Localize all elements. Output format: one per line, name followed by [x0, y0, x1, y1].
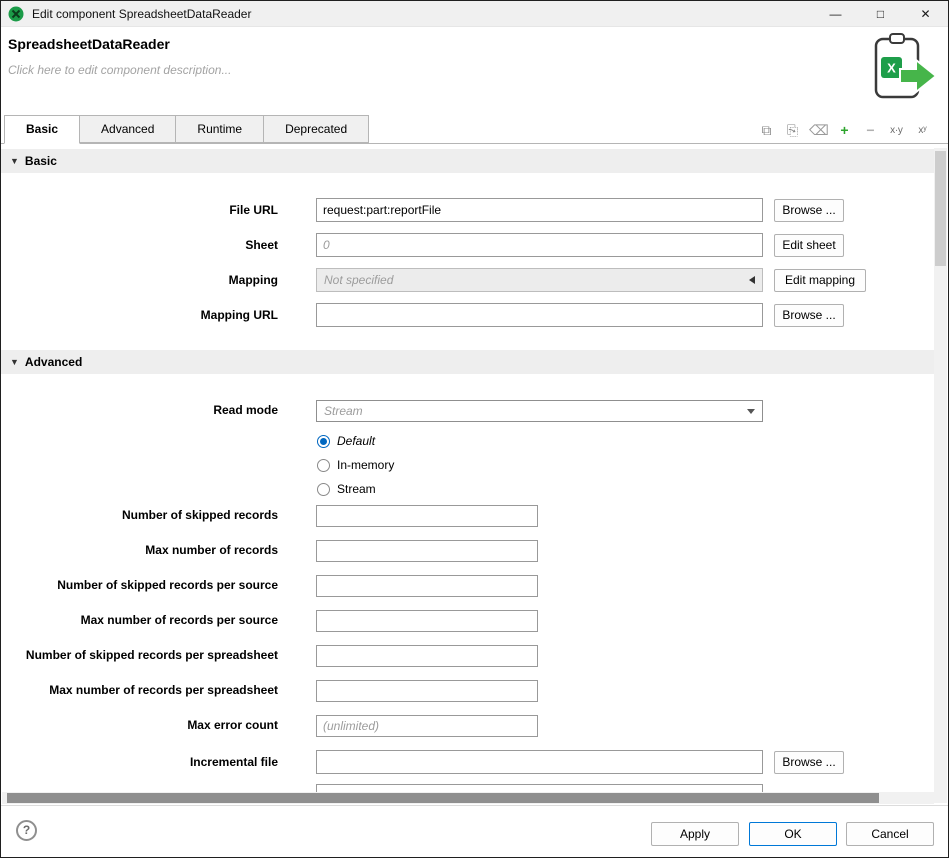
field-label: Number of skipped records per source	[1, 578, 278, 592]
field-label: Read mode	[1, 399, 278, 421]
clear-icon[interactable]: ⌫	[809, 122, 828, 139]
dialog-footer: ? Apply OK Cancel	[1, 805, 948, 857]
max-number-of-records-per-source-input[interactable]	[316, 610, 538, 632]
apply-button[interactable]: Apply	[651, 822, 739, 846]
max-number-of-records-input[interactable]	[316, 540, 538, 562]
titlebar[interactable]: Edit component SpreadsheetDataReader — □…	[1, 1, 948, 27]
tab-runtime[interactable]: Runtime	[176, 115, 264, 143]
file-url-browse-button[interactable]: Browse ...	[774, 199, 844, 222]
field-label: Mapping	[1, 268, 278, 292]
sheet-input[interactable]	[316, 233, 763, 257]
chevron-down-icon[interactable]	[747, 409, 755, 414]
tab-bar: BasicAdvancedRuntimeDeprecated	[4, 115, 369, 143]
file-url-input[interactable]	[316, 198, 763, 222]
toolbar: ⧉ ⎘ ⌫ +−x∙y xʸ	[757, 117, 932, 143]
remove-icon[interactable]: −	[861, 122, 880, 138]
section-title: Basic	[25, 154, 57, 168]
horizontal-scrollbar-thumb[interactable]	[7, 793, 879, 803]
max-error-count-input[interactable]	[316, 715, 538, 737]
section-header-advanced[interactable]: ▼ Advanced	[1, 350, 934, 374]
tab-deprecated[interactable]: Deprecated	[264, 115, 369, 143]
section-header-basic[interactable]: ▼ Basic	[1, 149, 934, 173]
field-label: File URL	[1, 198, 278, 222]
minimize-button[interactable]: —	[813, 1, 858, 26]
window-title: Edit component SpreadsheetDataReader	[32, 7, 251, 21]
field-label: Incremental file	[1, 750, 278, 774]
component-icon	[8, 6, 24, 22]
radio-option-in-memory[interactable]: In-memory	[317, 453, 394, 477]
mapping-url-browse-button[interactable]: Browse ...	[774, 304, 844, 327]
edit-mapping-button[interactable]: Edit mapping	[774, 269, 866, 292]
svg-text:X: X	[887, 61, 896, 76]
radio-label: In-memory	[337, 458, 394, 472]
form-row: Max error count	[1, 715, 934, 750]
incremental-file-input[interactable]	[316, 750, 763, 774]
number-of-skipped-records-input[interactable]	[316, 505, 538, 527]
form-row: Number of skipped records per spreadshee…	[1, 645, 934, 680]
read-mode-options: Default In-memory Stream	[317, 429, 394, 501]
number-of-skipped-records-per-source-input[interactable]	[316, 575, 538, 597]
field-label: Sheet	[1, 233, 278, 257]
radio-unselected-icon[interactable]	[317, 483, 330, 496]
paste-icon[interactable]: ⎘	[783, 122, 802, 139]
mapping-field[interactable]: Not specified	[316, 268, 763, 292]
close-button[interactable]: ✕	[903, 1, 948, 26]
component-name: SpreadsheetDataReader	[8, 36, 170, 52]
radio-option-stream[interactable]: Stream	[317, 477, 394, 501]
xy-values-icon[interactable]: x∙y	[887, 125, 906, 136]
add-icon[interactable]: +	[835, 122, 854, 138]
cancel-button[interactable]: Cancel	[846, 822, 934, 846]
help-button[interactable]: ?	[16, 820, 37, 841]
ok-button[interactable]: OK	[749, 822, 837, 846]
vertical-scrollbar[interactable]	[934, 148, 947, 803]
form-row: Number of skipped records	[1, 505, 934, 540]
section-title: Advanced	[25, 355, 82, 369]
tab-advanced[interactable]: Advanced	[80, 115, 176, 143]
radio-unselected-icon[interactable]	[317, 459, 330, 472]
form-row: Max number of records per spreadsheet	[1, 680, 934, 715]
read-mode-value: Stream	[324, 404, 363, 418]
component-header: SpreadsheetDataReader Click here to edit…	[1, 27, 948, 115]
mapping-value: Not specified	[324, 273, 393, 287]
radio-selected-icon[interactable]	[317, 435, 330, 448]
radio-label: Stream	[337, 482, 376, 496]
mapping-expand-icon[interactable]	[749, 276, 755, 284]
field-label: Number of skipped records per spreadshee…	[1, 648, 278, 662]
number-fields: Number of skipped records Max number of r…	[1, 505, 934, 750]
edit-sheet-button[interactable]: Edit sheet	[774, 234, 844, 257]
collapse-arrow-icon[interactable]: ▼	[10, 156, 19, 166]
field-label: Max error count	[1, 718, 278, 732]
radio-option-default[interactable]: Default	[317, 429, 394, 453]
tabbar-divider	[1, 143, 948, 144]
field-label: Number of skipped records	[1, 508, 278, 522]
form-row: Number of skipped records per source	[1, 575, 934, 610]
edit-component-dialog: Edit component SpreadsheetDataReader — □…	[0, 0, 949, 858]
number-of-skipped-records-per-spreadsheet-input[interactable]	[316, 645, 538, 667]
field-label: Max number of records per spreadsheet	[1, 683, 278, 697]
mapping-url-input[interactable]	[316, 303, 763, 327]
radio-label: Default	[337, 434, 375, 448]
incremental-file-browse-button[interactable]: Browse ...	[774, 751, 844, 774]
xy-formula-icon[interactable]: xʸ	[913, 125, 932, 136]
read-mode-combo[interactable]: Stream	[316, 400, 763, 422]
tab-basic[interactable]: Basic	[4, 115, 80, 144]
form-row: Max number of records	[1, 540, 934, 575]
collapse-arrow-icon[interactable]: ▼	[10, 357, 19, 367]
component-description-placeholder[interactable]: Click here to edit component description…	[8, 63, 231, 77]
field-label: Mapping URL	[1, 303, 278, 327]
form-row: Max number of records per source	[1, 610, 934, 645]
vertical-scrollbar-thumb[interactable]	[935, 151, 946, 266]
horizontal-scrollbar[interactable]	[2, 792, 934, 804]
window-controls: — □ ✕	[813, 1, 948, 26]
maximize-button[interactable]: □	[858, 1, 903, 26]
field-label: Max number of records per source	[1, 613, 278, 627]
copy-icon[interactable]: ⧉	[757, 122, 776, 139]
spreadsheet-reader-icon: X	[856, 32, 940, 109]
field-label: Max number of records	[1, 543, 278, 557]
max-number-of-records-per-spreadsheet-input[interactable]	[316, 680, 538, 702]
